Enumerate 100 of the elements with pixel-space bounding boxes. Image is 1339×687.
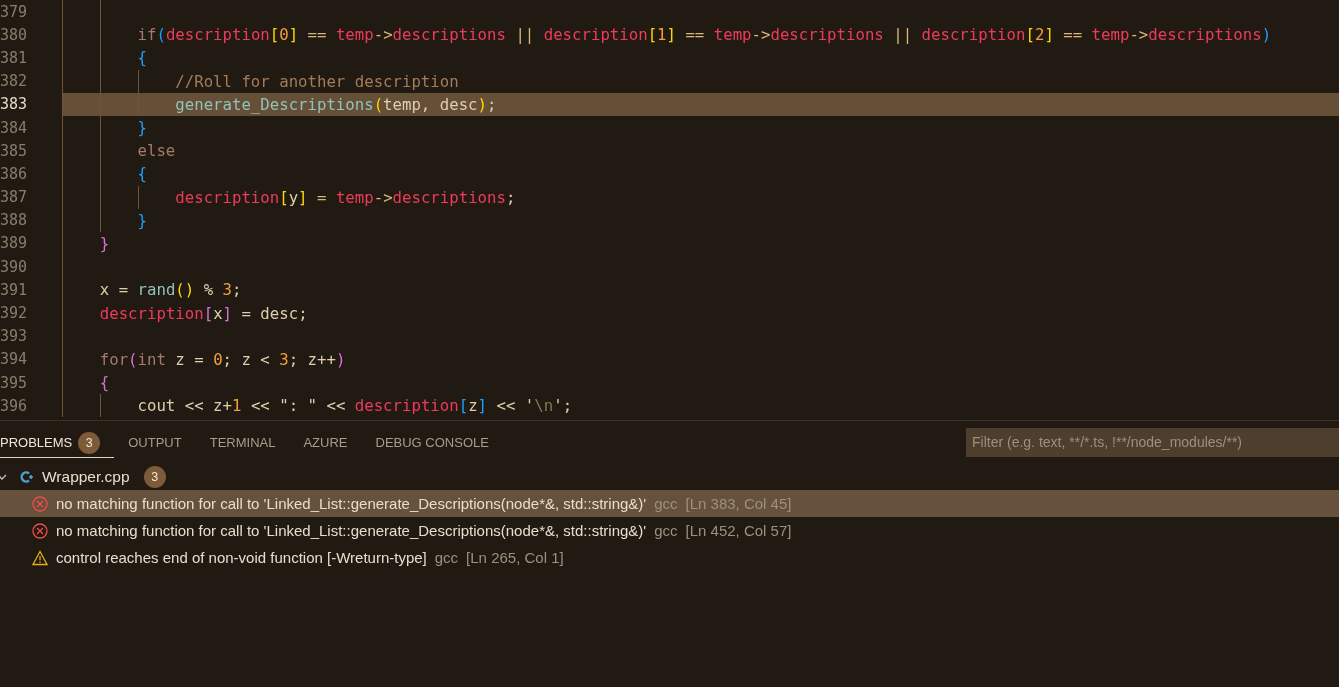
code-token: ;	[232, 280, 242, 300]
count-badge: 3	[143, 465, 166, 488]
error-icon	[32, 522, 48, 539]
code-token: [	[458, 396, 469, 416]
code-token: rand	[137, 280, 176, 300]
problem-source: gcc	[654, 495, 678, 512]
code-token: int	[137, 349, 166, 369]
line-number: 387	[0, 188, 29, 207]
code-token: temp, desc	[383, 94, 478, 114]
line-number: 381	[0, 48, 29, 67]
line-number: 385	[0, 141, 29, 160]
code-token: ]	[1044, 25, 1054, 45]
code-token: description	[165, 25, 270, 45]
code-token: ;	[562, 396, 573, 416]
code-token: ==	[1062, 25, 1084, 45]
problem-source: gcc	[654, 522, 678, 539]
file-name[interactable]: Wrapper.cpp	[42, 467, 130, 486]
line-number: 393	[0, 327, 29, 346]
code-token: ->	[373, 187, 393, 207]
code-token: ==	[306, 25, 328, 45]
cpp-file-icon	[20, 469, 36, 484]
problem-message: no matching function for call to 'Linked_List::generate_Descriptions(node*&, std::string&)'	[56, 522, 647, 539]
problem-item[interactable]: no matching function for call to 'Linked_List::generate_Descriptions(node*&, std::string&)' gcc [Ln 452, Col 57]	[0, 517, 1339, 544]
code-token: ()	[175, 280, 195, 300]
problem-message: control reaches end of non-void function [-Wreturn-type]	[56, 549, 427, 566]
code-token: 3	[279, 349, 289, 369]
code-token: (	[128, 349, 138, 369]
code-token: descriptions	[392, 187, 506, 207]
code-token: descriptions	[770, 25, 884, 45]
code-token: {	[137, 164, 147, 184]
line-number: 391	[0, 280, 29, 299]
code-token: )	[335, 349, 346, 369]
code-token: (	[373, 94, 384, 114]
warning-icon	[32, 549, 48, 566]
error-icon	[32, 495, 48, 512]
code-token: descriptions	[1148, 25, 1262, 45]
line-number: 396	[0, 396, 29, 415]
code-token: ->	[373, 25, 393, 45]
problem-location: [Ln 265, Col 1]	[466, 549, 564, 566]
code-token: ]	[477, 396, 488, 416]
code-token: '	[553, 396, 563, 416]
code-token: for	[99, 349, 129, 369]
panel-tab[interactable]: PROBLEMS 3	[0, 428, 115, 458]
code-token: }	[99, 233, 110, 253]
panel-tab[interactable]: AZURE	[289, 428, 362, 458]
code-token: description	[354, 396, 459, 416]
problem-item[interactable]: no matching function for call to 'Linked_List::generate_Descriptions(node*&, std::string&)' gcc [Ln 383, Col 45]	[0, 490, 1339, 517]
problem-location: [Ln 383, Col 45]	[685, 495, 792, 512]
code-token: )	[1261, 25, 1272, 45]
code-token: 0	[279, 25, 289, 45]
line-number: 395	[0, 373, 29, 392]
line-number: 392	[0, 304, 29, 323]
panel-tab[interactable]: TERMINAL	[195, 428, 290, 458]
code-token: [	[203, 303, 214, 323]
count-badge: 3	[78, 431, 101, 454]
code-token: 2	[1034, 25, 1045, 45]
line-number: 394	[0, 350, 29, 369]
line-number: 390	[0, 257, 29, 276]
code-token: 1	[232, 396, 242, 416]
code-token: x	[213, 303, 223, 323]
code-token: z =	[174, 349, 205, 369]
line-number: 379	[0, 2, 29, 21]
code-token: <<	[495, 396, 517, 416]
code-token: ; z <	[222, 349, 271, 369]
code-token: ; z++	[288, 349, 336, 369]
panel-tab[interactable]: OUTPUT	[114, 428, 196, 458]
code-token: z	[468, 396, 478, 416]
code-token: temp	[335, 187, 374, 207]
line-number: 389	[0, 234, 29, 253]
code-token: ": "	[279, 396, 317, 416]
code-token: 3	[222, 280, 232, 300]
code-token: }	[137, 210, 147, 230]
line-number: 386	[0, 164, 29, 183]
code-token: 0	[213, 349, 223, 369]
filter-field[interactable]: Filter (e.g. text, **/*.ts, !**/node_modules/**)	[966, 427, 1339, 457]
code-token: description	[175, 187, 280, 207]
code-token: description	[543, 25, 648, 45]
code-token: 1	[657, 25, 667, 45]
code-token: <<	[325, 396, 347, 416]
code-token: if	[137, 25, 157, 45]
code-token: generate_Descriptions	[175, 94, 374, 114]
problem-location: [Ln 452, Col 57]	[685, 522, 792, 539]
code-token: ->	[751, 25, 771, 45]
code-token: ;	[505, 187, 516, 207]
code-token: {	[99, 373, 110, 393]
code-token: ||	[514, 25, 536, 45]
problem-item[interactable]: control reaches end of non-void function [-Wreturn-type] gcc [Ln 265, Col 1]	[0, 544, 1339, 571]
code-token: = desc;	[240, 303, 308, 323]
code-token: ]	[222, 303, 233, 323]
code-token: description	[921, 25, 1026, 45]
panel-tab[interactable]: DEBUG CONSOLE	[361, 428, 503, 458]
problem-source: gcc	[434, 549, 459, 566]
code-token: descriptions	[392, 25, 506, 45]
code-token: //Roll for another description	[175, 71, 459, 91]
code-token: ||	[892, 25, 914, 45]
code-token: [	[647, 25, 658, 45]
code-token: ;	[487, 94, 497, 114]
code-token: )	[477, 94, 487, 114]
code-token: [	[1025, 25, 1035, 45]
code-token: =	[316, 187, 328, 207]
